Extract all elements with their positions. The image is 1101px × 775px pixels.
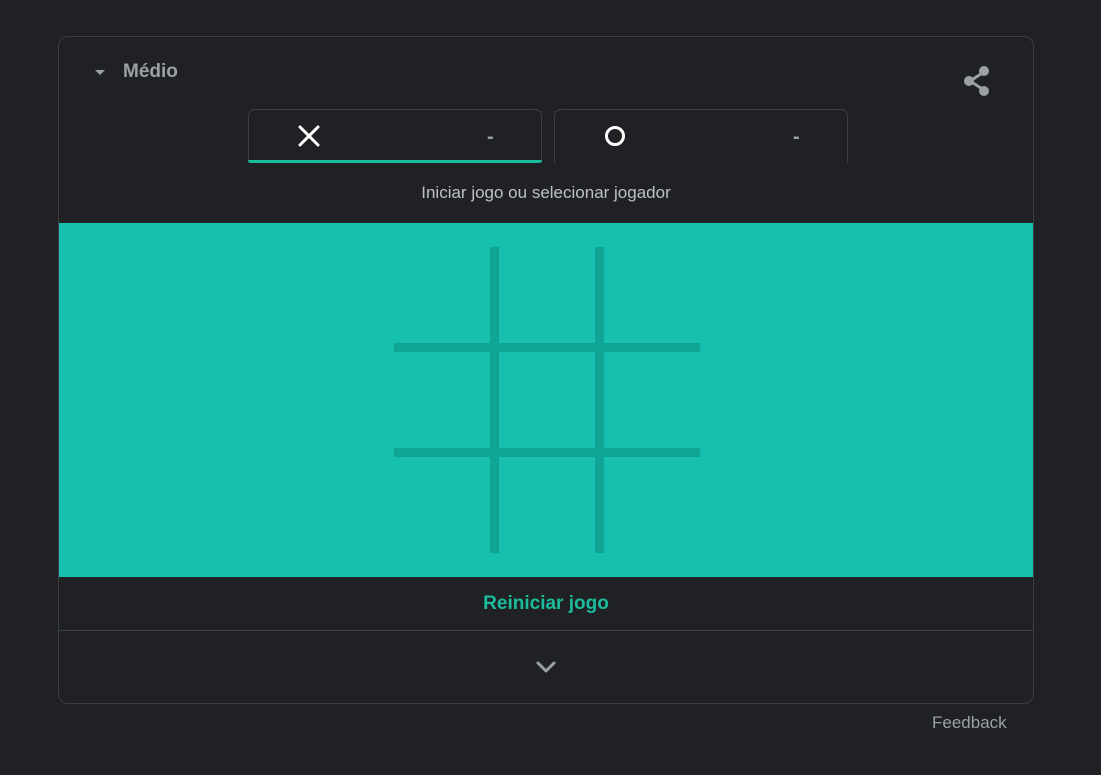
- o-mark-icon: [605, 126, 625, 146]
- status-text: Iniciar jogo ou selecionar jogador: [421, 183, 671, 202]
- caret-down-icon: [95, 70, 105, 75]
- tic-tac-toe-card: Médio - - Iniciar jogo ou selecionar jog…: [58, 36, 1034, 704]
- share-icon: [964, 66, 989, 96]
- board-cell[interactable]: [598, 247, 700, 349]
- difficulty-dropdown[interactable]: Médio: [95, 61, 178, 83]
- board-cell[interactable]: [394, 349, 496, 451]
- player-x-score: -: [487, 126, 494, 148]
- player-o-score: -: [793, 126, 800, 148]
- board-area: [59, 223, 1033, 577]
- board-cell[interactable]: [496, 349, 598, 451]
- feedback-link[interactable]: Feedback: [932, 713, 1007, 733]
- x-mark-icon: [298, 125, 320, 147]
- grid-line: [490, 247, 499, 553]
- grid-line: [394, 448, 700, 457]
- chevron-down-icon: [536, 661, 556, 673]
- grid-line: [394, 343, 700, 352]
- game-board: [394, 247, 700, 553]
- board-cell[interactable]: [598, 349, 700, 451]
- board-cell[interactable]: [394, 451, 496, 553]
- player-x-tab[interactable]: -: [248, 109, 542, 163]
- player-o-tab[interactable]: -: [554, 109, 848, 163]
- share-button[interactable]: [957, 61, 997, 101]
- board-cell[interactable]: [394, 247, 496, 349]
- board-cell[interactable]: [598, 451, 700, 553]
- grid-line: [595, 247, 604, 553]
- expand-button[interactable]: [59, 631, 1033, 703]
- board-cell[interactable]: [496, 451, 598, 553]
- board-cell[interactable]: [496, 247, 598, 349]
- restart-button[interactable]: Reiniciar jogo: [59, 577, 1033, 631]
- difficulty-label: Médio: [123, 61, 178, 82]
